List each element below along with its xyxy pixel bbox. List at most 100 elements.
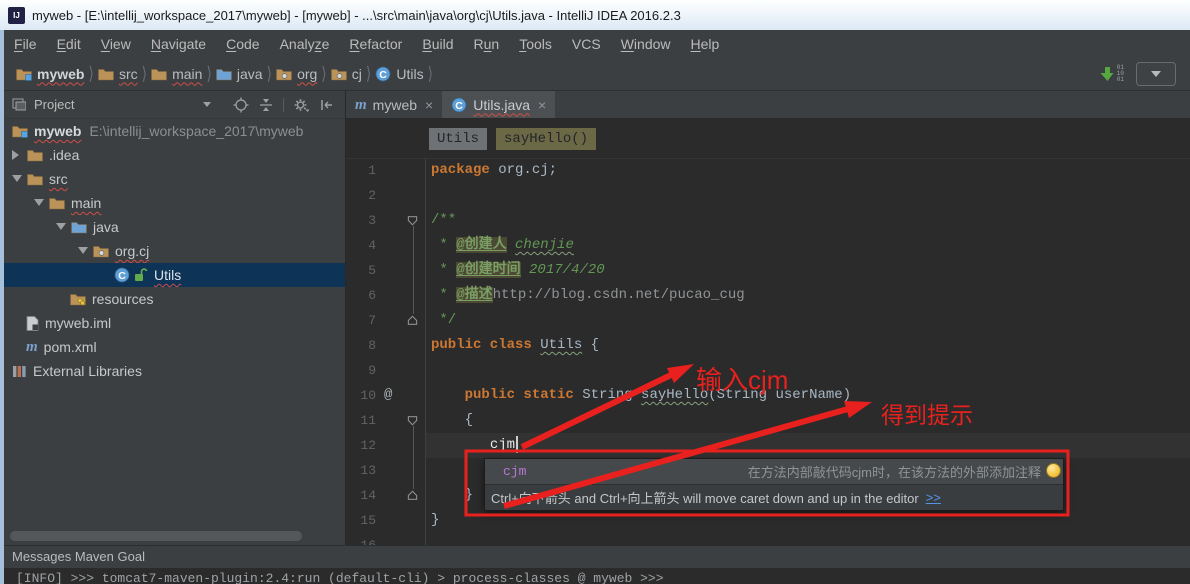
source-folder-icon: [216, 67, 232, 81]
breadcrumb-java[interactable]: java: [216, 66, 263, 82]
code-line-6[interactable]: 6 * @描述http://blog.csdn.net/pucao_cug: [346, 283, 1190, 308]
completion-tip-row: Ctrl+向下箭头 and Ctrl+向上箭头 will move caret …: [485, 484, 1063, 510]
code-line-4[interactable]: 4 * @创建人 chenjie: [346, 233, 1190, 258]
maven-icon: m: [26, 339, 38, 355]
line-number: 5: [368, 263, 376, 278]
tree-item-main[interactable]: main: [4, 191, 345, 215]
menu-edit[interactable]: Edit: [47, 33, 91, 55]
tree-item-src[interactable]: src: [4, 167, 345, 191]
line-number: 10: [360, 388, 376, 403]
chevron-expanded-icon[interactable]: [12, 175, 22, 182]
project-panel-header: Project: [4, 91, 345, 119]
fold-marker-icon[interactable]: [407, 415, 418, 426]
breadcrumb-main[interactable]: main: [151, 66, 202, 82]
line-number: 7: [368, 313, 376, 328]
tree-item-resources[interactable]: resources: [4, 287, 345, 311]
code-line-7[interactable]: 7 */: [346, 308, 1190, 333]
horizontal-scrollbar[interactable]: [10, 531, 302, 541]
code-line-11[interactable]: 11 {: [346, 408, 1190, 433]
tree-item-utils[interactable]: C Utils: [4, 263, 345, 287]
package-icon: [276, 67, 292, 81]
fold-marker-icon[interactable]: [407, 315, 418, 326]
menu-analyze[interactable]: Analyze: [270, 33, 340, 55]
project-panel-title: Project: [34, 97, 75, 112]
breadcrumb-utils[interactable]: C Utils: [375, 66, 424, 82]
close-icon[interactable]: ×: [425, 97, 433, 113]
completion-popup: cjm 在方法内部敲代码cjm时，在该方法的外部添加注释 Ctrl+向下箭头 a…: [484, 458, 1064, 511]
code-line-8[interactable]: 8 public class Utils {: [346, 333, 1190, 358]
intellij-logo-icon: IJ: [8, 6, 25, 24]
tab-utils.java[interactable]: C Utils.java ×: [442, 91, 556, 118]
folder-icon: [98, 67, 114, 81]
project-tool-icon: [12, 98, 26, 111]
breadcrumb-myweb[interactable]: myweb: [16, 66, 84, 82]
collapse-all-icon[interactable]: [258, 97, 274, 113]
code-line-1[interactable]: 1 package org.cj;: [346, 158, 1190, 183]
menu-tools[interactable]: Tools: [509, 33, 562, 55]
code-line-3[interactable]: 3/**: [346, 208, 1190, 233]
fold-marker-icon[interactable]: [407, 490, 418, 501]
settings-gear-icon[interactable]: [293, 97, 310, 113]
code-line-16[interactable]: 16: [346, 533, 1190, 545]
locate-file-icon[interactable]: [233, 97, 249, 113]
folder-icon: [27, 172, 43, 186]
chevron-collapsed-icon[interactable]: [12, 150, 19, 160]
chevron-expanded-icon[interactable]: [78, 247, 88, 254]
breadcrumb-cj[interactable]: cj: [330, 66, 362, 82]
tree-item-pom.xml[interactable]: m pom.xml: [4, 335, 345, 359]
fold-marker-icon[interactable]: [407, 215, 418, 226]
code-line-15[interactable]: 15}: [346, 508, 1190, 533]
code-line-2[interactable]: 2: [346, 183, 1190, 208]
code-line-9[interactable]: 9: [346, 358, 1190, 383]
editor-breadcrumb-sayhello[interactable]: sayHello(): [496, 127, 597, 150]
line-number: 15: [360, 513, 376, 528]
source-folder-icon: [71, 220, 87, 234]
code-line-12[interactable]: 12 cjm: [346, 433, 1190, 458]
editor-breadcrumb-utils[interactable]: Utils: [429, 127, 488, 150]
package-icon: [93, 244, 109, 258]
menu-refactor[interactable]: Refactor: [339, 33, 412, 55]
folder-icon: [151, 67, 167, 81]
class-icon: C: [451, 97, 467, 113]
menu-build[interactable]: Build: [412, 33, 463, 55]
menu-run[interactable]: Run: [464, 33, 510, 55]
chevron-expanded-icon[interactable]: [34, 199, 44, 206]
line-number: 2: [368, 188, 376, 203]
menu-navigate[interactable]: Navigate: [141, 33, 216, 55]
svg-text:C: C: [380, 69, 388, 81]
project-views-dropdown-icon[interactable]: [203, 102, 211, 107]
completion-item-row[interactable]: cjm 在方法内部敲代码cjm时，在该方法的外部添加注释: [485, 459, 1063, 484]
menu-code[interactable]: Code: [216, 33, 269, 55]
incoming-changes-icon[interactable]: 01 10 01: [1100, 64, 1124, 83]
code-line-10[interactable]: 10 @ public static String sayHello(String…: [346, 383, 1190, 408]
menu-vcs[interactable]: VCS: [562, 33, 611, 55]
module-folder-icon: [16, 67, 32, 81]
run-configuration-dropdown[interactable]: [1136, 61, 1176, 86]
code-line-5[interactable]: 5 * @创建时间 2017/4/20: [346, 258, 1190, 283]
tree-item-java[interactable]: java: [4, 215, 345, 239]
close-icon[interactable]: ×: [538, 97, 546, 113]
breadcrumb-org[interactable]: org: [276, 66, 317, 82]
tip-more-link[interactable]: >>: [926, 490, 941, 505]
tree-item-.idea[interactable]: .idea: [4, 143, 345, 167]
menu-file[interactable]: File: [4, 33, 47, 55]
tree-item-myweb.iml[interactable]: myweb.iml: [4, 311, 345, 335]
messages-panel-title[interactable]: Messages Maven Goal: [4, 546, 1190, 567]
svg-text:C: C: [455, 100, 463, 112]
tab-myweb[interactable]: m myweb ×: [346, 91, 442, 118]
tree-item-org.cj[interactable]: org.cj: [4, 239, 345, 263]
hide-panel-icon[interactable]: [319, 97, 335, 113]
editor-breadcrumbs: Utils sayHello(): [346, 119, 1190, 159]
maven-console: [INFO] >>> tomcat7-maven-plugin:2.4:run …: [4, 568, 1190, 584]
menu-help[interactable]: Help: [681, 33, 730, 55]
breadcrumb-separator-icon: ⟩: [427, 62, 434, 84]
menu-window[interactable]: Window: [611, 33, 681, 55]
tree-item-external-libraries[interactable]: External Libraries: [4, 359, 345, 383]
toolbar-divider: [283, 97, 284, 112]
tree-item-myweb[interactable]: myweb E:\intellij_workspace_2017\myweb: [4, 119, 345, 143]
breadcrumb: myweb ⟩ src ⟩ main ⟩ java ⟩ org ⟩ cj ⟩ C Utils ⟩: [16, 62, 437, 84]
completion-item-description: 在方法内部敲代码cjm时，在该方法的外部添加注释: [747, 465, 1041, 480]
breadcrumb-src[interactable]: src: [98, 66, 138, 82]
chevron-expanded-icon[interactable]: [56, 223, 66, 230]
menu-view[interactable]: View: [91, 33, 141, 55]
